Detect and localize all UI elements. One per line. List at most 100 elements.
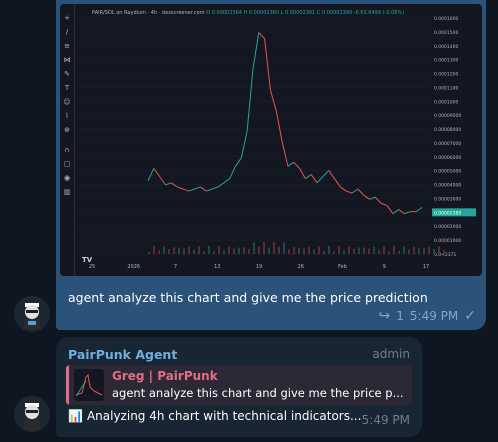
volume-bar (413, 246, 415, 254)
candle-segment (299, 168, 306, 179)
volume-bar (283, 242, 285, 254)
quote-text: agent analyze this chart and give me the… (112, 386, 404, 400)
candle-segment (328, 170, 335, 179)
candle-segment (305, 174, 312, 180)
y-tick-label: 0.00003000 (434, 196, 461, 202)
y-tick-label: 0.0001400 (434, 44, 458, 50)
x-tick-label: 19 (256, 264, 262, 270)
volume-bar (218, 246, 220, 254)
volume-bar (328, 246, 330, 254)
magnet-icon: ∩ (64, 146, 70, 154)
volume-bar (428, 247, 430, 254)
y-tick-label: 0.0001600 (434, 16, 458, 22)
candle-segment (381, 202, 388, 206)
volume-bar (173, 247, 175, 254)
zoom-icon: ⊕ (64, 126, 70, 134)
volume-bar (273, 242, 275, 254)
volume-bar (433, 249, 435, 254)
volume-bar (183, 248, 185, 254)
x-tick-label: 26 (298, 264, 304, 270)
x-tick-label: Feb (338, 264, 347, 270)
fib-icon: ≡ (64, 42, 70, 50)
y-tick-label: 0.00005000 (434, 169, 461, 175)
candle-segment (346, 190, 353, 194)
chart-toolbar: + / ≡ ⋈ ✎ T ☺ ⌇ ⊕ ∩ ▢ ◉ ▥ (60, 4, 75, 276)
message-time: 5:49 PM (361, 413, 410, 427)
sender-name[interactable]: PairPunk Agent (68, 347, 177, 362)
candle-segment (171, 182, 178, 188)
volume-bar (323, 250, 325, 254)
quote-author: Greg | PairPunk (112, 369, 218, 383)
candle-segment (351, 188, 359, 194)
outgoing-message-bubble[interactable]: 0.0001600 0.0001500 0.0001400 0.0001300 0.00… (56, 0, 486, 330)
lock-icon: ▢ (63, 160, 71, 168)
candle-segment (398, 209, 405, 215)
volume-bar (198, 246, 200, 254)
incoming-message-bubble[interactable]: PairPunk Agent admin Greg | PairPunk age… (56, 337, 422, 437)
candle-segment (159, 176, 166, 186)
volume-bar (308, 246, 310, 254)
y-tick-label: 0.00007000 (434, 141, 461, 147)
volume-bar (233, 248, 235, 254)
candle-segment (316, 176, 324, 184)
candle-segment (246, 69, 254, 132)
y-tick-label: 0.0001100 (434, 85, 458, 91)
chart-header: PAIR/SOL on Raydium · 4h · dexscreener.c… (92, 10, 404, 16)
quote-accent-bar (66, 365, 69, 405)
volume-bar (253, 242, 255, 254)
candle-segment (287, 161, 295, 167)
quote-thumbnail (74, 369, 104, 401)
y-tick-label: 0.00004000 (434, 183, 461, 189)
volume-bar (188, 246, 190, 254)
volume-bar (438, 246, 440, 254)
x-tick-label: 9 (383, 264, 386, 270)
volume-bar (378, 250, 380, 254)
reply-quote[interactable]: Greg | PairPunk agent analyze this chart… (66, 365, 412, 405)
text-icon: T (64, 84, 70, 92)
x-tick-label: 13 (214, 264, 220, 270)
ruler-icon: ⌇ (65, 112, 69, 120)
volume-bar (383, 246, 385, 254)
volume-bar (293, 247, 295, 254)
volume-bar (388, 251, 390, 254)
candle-segment (340, 186, 347, 192)
eye-icon: ◉ (63, 174, 71, 182)
reply-arrow-icon[interactable]: ↪ (379, 308, 391, 324)
volume-bar (393, 246, 395, 254)
volume-bar (228, 246, 230, 254)
chart-image[interactable]: 0.0001600 0.0001500 0.0001400 0.0001300 0.00… (60, 4, 482, 276)
volume-bar (158, 250, 160, 254)
crosshair-icon: + (64, 14, 70, 22)
candle-segment (206, 188, 213, 192)
candle-segment (264, 38, 271, 91)
y-tick-label: 0.00006000 (434, 155, 461, 161)
volume-bar (223, 249, 225, 254)
y-tick-label: 0.00009000 (434, 113, 461, 119)
reply-count[interactable]: 1 (396, 309, 404, 323)
candle-segment (392, 209, 399, 215)
y-tick-label: 0.0001500 (434, 30, 458, 36)
candle-segment (310, 174, 318, 184)
volume-bar (443, 250, 445, 254)
candle-segment (240, 131, 248, 159)
candle-segment (217, 182, 225, 188)
volume-bar (353, 248, 355, 254)
candle-segment (293, 161, 300, 169)
candle-segment (322, 170, 330, 177)
volume-bar (398, 250, 400, 254)
message-time: 5:49 PM (409, 309, 459, 323)
status-line: 📊 Analyzing 4h chart with technical indi… (68, 409, 361, 423)
x-tick-label: 2026 (127, 264, 140, 270)
volume-bar (403, 246, 405, 254)
user-avatar[interactable] (14, 296, 50, 332)
candle-segment (404, 211, 411, 215)
volume-bar (243, 247, 245, 254)
candle-segment (269, 89, 277, 111)
volume-bar (338, 246, 340, 254)
volume-bar (288, 249, 290, 254)
volume-bar (238, 247, 240, 254)
y-tick-label: 0.00001000 (434, 238, 461, 244)
agent-avatar[interactable] (14, 396, 50, 432)
volume-bar (248, 248, 250, 254)
candle-segment (357, 188, 365, 196)
